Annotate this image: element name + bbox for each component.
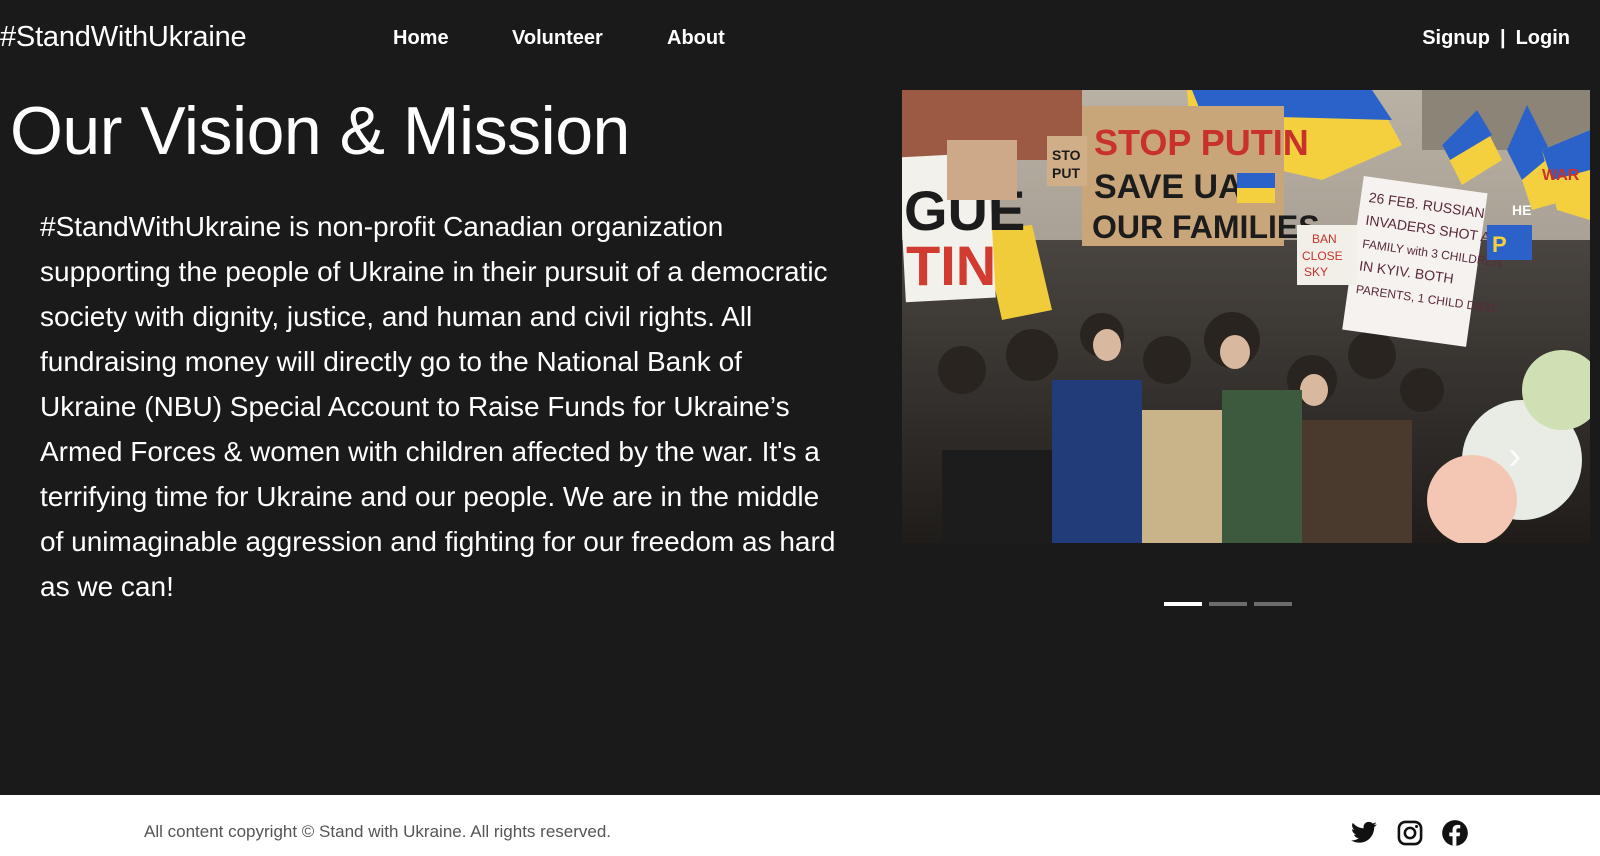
facebook-icon[interactable] xyxy=(1441,819,1469,847)
nav-volunteer[interactable]: Volunteer xyxy=(512,27,603,50)
left-sign-line2: TIN xyxy=(906,234,996,297)
small-sign-war: WAR xyxy=(1542,167,1580,184)
auth-separator: | xyxy=(1499,27,1506,49)
small-sign-sto: STO xyxy=(1052,147,1081,163)
site-header: #StandWithUkraine Home Volunteer About S… xyxy=(0,0,1600,80)
image-carousel[interactable]: GUE TIN STOP PUTIN SAVE UA OUR FAMILIES … xyxy=(902,90,1590,543)
carousel-indicator-3[interactable] xyxy=(1254,602,1292,606)
main-sign-line3: OUR FAMILIES xyxy=(1092,209,1320,245)
auth-links: Signup | Login xyxy=(1422,27,1570,50)
signup-link[interactable]: Signup xyxy=(1422,27,1490,50)
small-sign-p: P xyxy=(1492,232,1507,257)
carousel-indicators xyxy=(1164,602,1292,606)
copyright-text: All content copyright © Stand with Ukrai… xyxy=(144,822,612,841)
small-sign-he: HE xyxy=(1512,202,1531,218)
carousel-indicator-2[interactable] xyxy=(1209,602,1247,606)
nav-about[interactable]: About xyxy=(667,27,725,50)
mission-text: #StandWithUkraine is non-profit Canadian… xyxy=(40,211,836,602)
small-sign-sky: SKY xyxy=(1304,265,1328,279)
carousel-next-arrow[interactable]: › xyxy=(1508,436,1532,476)
site-footer: All content copyright © Stand with Ukrai… xyxy=(0,795,1600,856)
small-sign-close: CLOSE xyxy=(1302,249,1343,263)
nav-home[interactable]: Home xyxy=(393,27,449,50)
login-link[interactable]: Login xyxy=(1516,27,1570,50)
small-sign-put: PUT xyxy=(1052,165,1080,181)
twitter-icon[interactable] xyxy=(1350,819,1378,847)
brand-logo[interactable]: #StandWithUkraine xyxy=(0,21,247,54)
page-title: Our Vision & Mission xyxy=(10,93,630,169)
carousel-indicator-1[interactable] xyxy=(1164,602,1202,606)
instagram-icon[interactable] xyxy=(1396,819,1424,847)
protest-photo: GUE TIN STOP PUTIN SAVE UA OUR FAMILIES … xyxy=(902,90,1590,543)
main-sign-line2: SAVE UA xyxy=(1094,168,1243,206)
main-sign-line1: STOP PUTIN xyxy=(1094,122,1309,163)
small-sign-ban: BAN xyxy=(1312,232,1337,246)
